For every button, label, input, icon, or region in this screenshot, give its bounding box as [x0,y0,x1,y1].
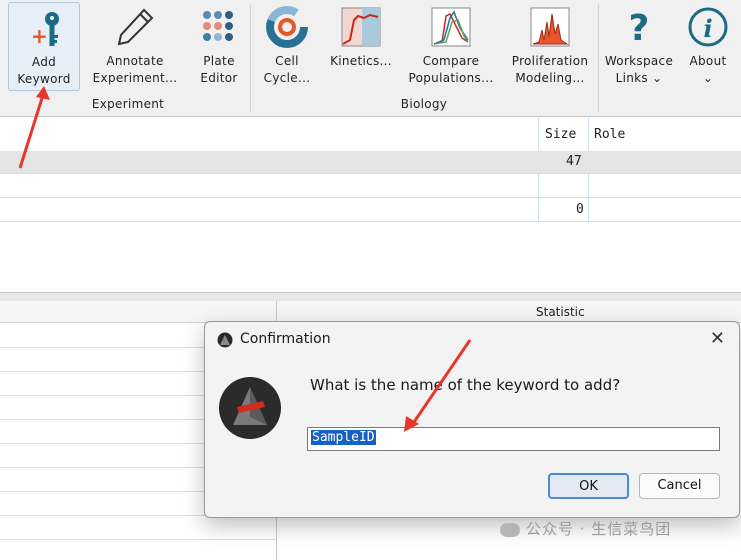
size-cell: 47 [566,154,582,169]
wechat-icon [500,522,520,537]
kinetics-chart-icon [341,7,381,47]
annotate-label-2: Experiment... [92,71,178,85]
watermark: 公众号 · 生信菜鸟团 [500,518,671,539]
compare-populations-button[interactable]: Compare Populations... [404,0,498,92]
dialog-title: Confirmation [240,331,331,347]
svg-text:?: ? [629,8,650,48]
about-button[interactable]: i About ⌄ [680,0,736,92]
svg-text:i: i [703,14,712,43]
workspace-links-button[interactable]: ? Workspace Links ⌄ [602,0,676,92]
add-keyword-button[interactable]: + Add Keyword [8,2,80,91]
watermark-text: 公众号 · 生信菜鸟团 [526,520,672,538]
ok-button[interactable]: OK [548,473,629,499]
cell-cycle-label-2: Cycle... [263,71,311,85]
workspace-label-1: Workspace [604,54,674,68]
compare-label-1: Compare [422,54,480,68]
annotate-experiment-button[interactable]: Annotate Experiment... [92,0,178,92]
plate-label-1: Plate [203,54,235,68]
size-cell: 0 [576,202,584,217]
proliferation-label-2: Modeling... [515,71,585,85]
chevron-down-icon: ⌄ [652,71,663,85]
row-line [0,539,276,540]
confirmation-dialog: Confirmation ✕ What is the name of the k… [204,321,740,518]
question-mark-icon: ? [629,8,650,48]
chevron-down-icon: ⌄ [702,71,714,85]
info-icon: i [688,7,728,47]
annotate-label-1: Annotate [106,54,164,68]
keyword-name-value: SampleID [311,430,376,445]
kinetics-button[interactable]: Kinetics... [326,0,396,92]
compare-histogram-icon [431,7,471,47]
proliferation-modeling-button[interactable]: Proliferation Modeling... [506,0,594,92]
table-row[interactable]: 47 [0,151,741,174]
app-logo-large-icon [219,377,281,439]
plate-label-2: Editor [200,71,238,85]
pencil-icon [117,8,154,46]
proliferation-label-1: Proliferation [511,54,589,68]
svg-text:+: + [31,24,48,48]
cell-cycle-icon [266,6,308,48]
statistics-header [0,301,741,323]
group-label-experiment: Experiment [91,97,165,111]
statistic-column-header[interactable]: Statistic [536,305,585,319]
key-plus-icon: + [31,12,59,48]
plate-grid-icon [203,11,233,41]
group-label-biology: Biology [400,97,448,111]
dialog-message: What is the name of the keyword to add? [310,376,621,394]
app-logo-icon [217,332,233,348]
keyword-name-input[interactable]: SampleID [307,427,720,451]
group-separator [250,4,251,112]
add-keyword-label-1: Add [31,55,57,69]
cancel-button[interactable]: Cancel [639,473,720,499]
table-row[interactable] [0,175,741,198]
proliferation-histogram-icon [530,7,570,47]
close-icon[interactable]: ✕ [710,328,725,349]
kinetics-label-1: Kinetics... [330,54,392,68]
size-column-header[interactable]: Size [545,127,576,142]
workspace-label-2: Links [615,71,648,85]
plate-editor-button[interactable]: Plate Editor [188,0,250,92]
table-row[interactable]: 0 [0,199,741,222]
about-label: About [689,54,727,68]
add-keyword-label-2: Keyword [17,72,71,86]
compare-label-2: Populations... [408,71,494,85]
cell-cycle-button[interactable]: Cell Cycle... [256,0,318,92]
cell-cycle-label-1: Cell [275,54,299,68]
group-separator [598,4,599,112]
role-column-header[interactable]: Role [594,127,625,142]
